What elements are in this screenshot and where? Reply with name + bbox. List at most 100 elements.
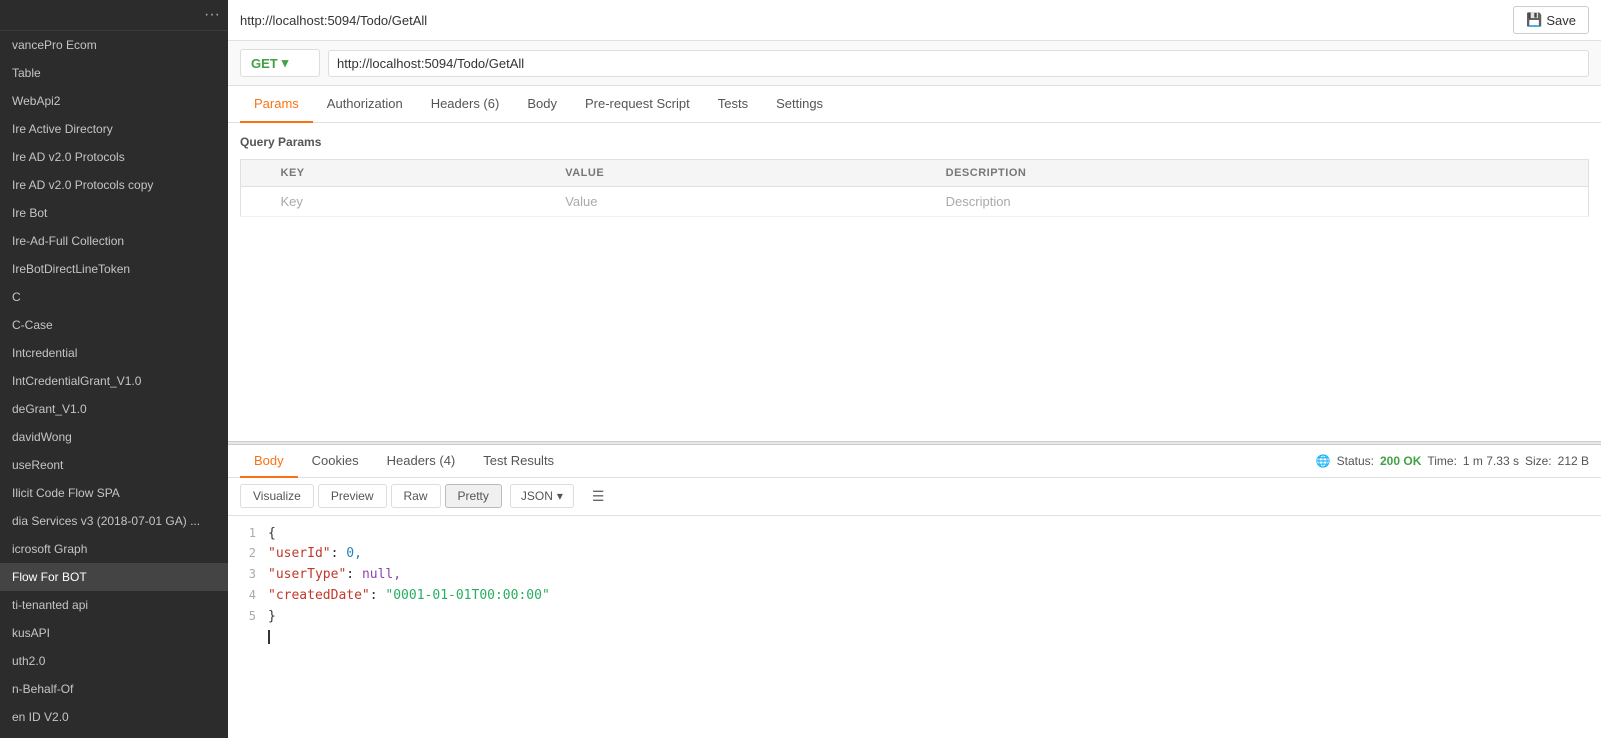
sidebar-item-5[interactable]: Ire AD v2.0 Protocols copy xyxy=(0,171,228,199)
code-line: 5} xyxy=(228,607,1601,628)
row-key-cell[interactable]: Key xyxy=(271,187,556,217)
status-code: 200 OK xyxy=(1380,454,1421,468)
sidebar-item-23[interactable]: n-Behalf-Of xyxy=(0,675,228,703)
params-section: Query Params KEYVALUEDESCRIPTION Key Val… xyxy=(228,123,1601,441)
tab-params[interactable]: Params xyxy=(240,86,313,123)
response-body: 1{2 "userId": 0,3 "userType": null,4 "cr… xyxy=(228,516,1601,738)
response-status-bar: 🌐 Status: 200 OK Time: 1 m 7.33 s Size: … xyxy=(1316,454,1589,468)
line-number: 3 xyxy=(228,565,268,584)
request-tabs: ParamsAuthorizationHeaders (6)BodyPre-re… xyxy=(228,86,1601,123)
url-input[interactable] xyxy=(328,50,1589,77)
col-header-value: VALUE xyxy=(555,160,935,187)
response-tab-test-results[interactable]: Test Results xyxy=(469,445,568,478)
tab-headers-6[interactable]: Headers (6) xyxy=(417,86,514,123)
format-btn-raw[interactable]: Raw xyxy=(391,484,441,508)
filter-icon-button[interactable]: ☰ xyxy=(584,484,613,509)
sidebar-item-2[interactable]: WebApi2 xyxy=(0,87,228,115)
query-params-heading: Query Params xyxy=(240,135,1589,149)
main-panel: http://localhost:5094/Todo/GetAll 💾 Save… xyxy=(228,0,1601,738)
sidebar-item-0[interactable]: vancePro Ecom xyxy=(0,31,228,59)
sidebar-item-4[interactable]: Ire AD v2.0 Protocols xyxy=(0,143,228,171)
line-content: "userId": 0, xyxy=(268,544,362,565)
line-number: 5 xyxy=(228,607,268,626)
url-bar: GET ▾ xyxy=(228,41,1601,86)
save-icon: 💾 xyxy=(1526,12,1542,28)
sidebar-item-11[interactable]: Intcredential xyxy=(0,339,228,367)
format-btn-visualize[interactable]: Visualize xyxy=(240,484,314,508)
cursor-row xyxy=(228,627,1601,648)
sidebar-menu-icon[interactable]: ··· xyxy=(204,6,220,24)
sidebar-item-1[interactable]: Table xyxy=(0,59,228,87)
params-placeholder-row: Key Value Description xyxy=(241,187,1589,217)
code-line: 4 "createdDate": "0001-01-01T00:00:00" xyxy=(228,586,1601,607)
sidebar-item-19[interactable]: Flow For BOT xyxy=(0,563,228,591)
sidebar-item-3[interactable]: Ire Active Directory xyxy=(0,115,228,143)
sidebar-item-13[interactable]: deGrant_V1.0 xyxy=(0,395,228,423)
request-title: http://localhost:5094/Todo/GetAll xyxy=(240,13,1513,28)
line-number: 2 xyxy=(228,544,268,563)
code-line: 3 "userType": null, xyxy=(228,565,1601,586)
method-label: GET xyxy=(251,56,278,71)
size-label: Size: xyxy=(1525,454,1552,468)
params-table: KEYVALUEDESCRIPTION Key Value Descriptio… xyxy=(240,159,1589,217)
sidebar-item-22[interactable]: uth2.0 xyxy=(0,647,228,675)
response-format-bar: VisualizePreviewRawPretty JSON ▾ ☰ xyxy=(228,478,1601,516)
sidebar-header: ··· xyxy=(0,0,228,31)
sidebar-item-15[interactable]: useReont xyxy=(0,451,228,479)
line-content: } xyxy=(268,607,276,628)
sidebar-item-9[interactable]: C xyxy=(0,283,228,311)
sidebar-item-16[interactable]: Ilicit Code Flow SPA xyxy=(0,479,228,507)
row-value-cell[interactable]: Value xyxy=(555,187,935,217)
tab-pre-request-script[interactable]: Pre-request Script xyxy=(571,86,704,123)
line-number: 1 xyxy=(228,524,268,543)
chevron-down-icon: ▾ xyxy=(557,489,563,503)
tab-body[interactable]: Body xyxy=(513,86,571,123)
line-content: "userType": null, xyxy=(268,565,401,586)
sidebar-item-8[interactable]: IreBotDirectLineToken xyxy=(0,255,228,283)
sidebar-item-18[interactable]: icrosoft Graph xyxy=(0,535,228,563)
sidebar-item-7[interactable]: Ire-Ad-Full Collection xyxy=(0,227,228,255)
topbar: http://localhost:5094/Todo/GetAll 💾 Save xyxy=(228,0,1601,41)
tab-authorization[interactable]: Authorization xyxy=(313,86,417,123)
code-line: 2 "userId": 0, xyxy=(228,544,1601,565)
time-value: 1 m 7.33 s xyxy=(1463,454,1519,468)
col-header-description: DESCRIPTION xyxy=(936,160,1589,187)
col-check-header xyxy=(241,160,271,187)
sidebar-item-10[interactable]: C-Case xyxy=(0,311,228,339)
response-tab-body[interactable]: Body xyxy=(240,445,298,478)
size-value: 212 B xyxy=(1558,454,1589,468)
code-line: 1{ xyxy=(228,524,1601,545)
params-table-header: KEYVALUEDESCRIPTION xyxy=(241,160,1589,187)
status-label: Status: xyxy=(1337,454,1374,468)
response-tab-cookies[interactable]: Cookies xyxy=(298,445,373,478)
line-number: 4 xyxy=(228,586,268,605)
json-format-dropdown[interactable]: JSON ▾ xyxy=(510,484,574,508)
chevron-down-icon: ▾ xyxy=(282,55,289,71)
format-btn-pretty[interactable]: Pretty xyxy=(445,484,502,508)
sidebar-item-20[interactable]: ti-tenanted api xyxy=(0,591,228,619)
sidebar-item-14[interactable]: davidWong xyxy=(0,423,228,451)
response-section: BodyCookiesHeaders (4)Test Results 🌐 Sta… xyxy=(228,445,1601,738)
col-header-key: KEY xyxy=(271,160,556,187)
time-label: Time: xyxy=(1427,454,1457,468)
globe-icon: 🌐 xyxy=(1316,454,1331,468)
tab-tests[interactable]: Tests xyxy=(704,86,762,123)
line-content: { xyxy=(268,524,276,545)
sidebar-item-12[interactable]: IntCredentialGrant_V1.0 xyxy=(0,367,228,395)
format-btn-preview[interactable]: Preview xyxy=(318,484,387,508)
sidebar-item-6[interactable]: Ire Bot xyxy=(0,199,228,227)
row-desc-cell[interactable]: Description xyxy=(936,187,1589,217)
sidebar-item-21[interactable]: kusAPI xyxy=(0,619,228,647)
sidebar-item-24[interactable]: en ID V2.0 xyxy=(0,703,228,731)
method-dropdown[interactable]: GET ▾ xyxy=(240,49,320,77)
json-label: JSON xyxy=(521,489,553,503)
text-cursor xyxy=(268,630,270,644)
row-check-cell xyxy=(241,187,271,217)
response-tab-headers-4[interactable]: Headers (4) xyxy=(373,445,470,478)
save-button[interactable]: 💾 Save xyxy=(1513,6,1589,34)
response-tabs: BodyCookiesHeaders (4)Test Results 🌐 Sta… xyxy=(228,445,1601,478)
sidebar: ··· vancePro EcomTableWebApi2Ire Active … xyxy=(0,0,228,738)
line-content: "createdDate": "0001-01-01T00:00:00" xyxy=(268,586,550,607)
sidebar-item-17[interactable]: dia Services v3 (2018-07-01 GA) ... xyxy=(0,507,228,535)
tab-settings[interactable]: Settings xyxy=(762,86,837,123)
